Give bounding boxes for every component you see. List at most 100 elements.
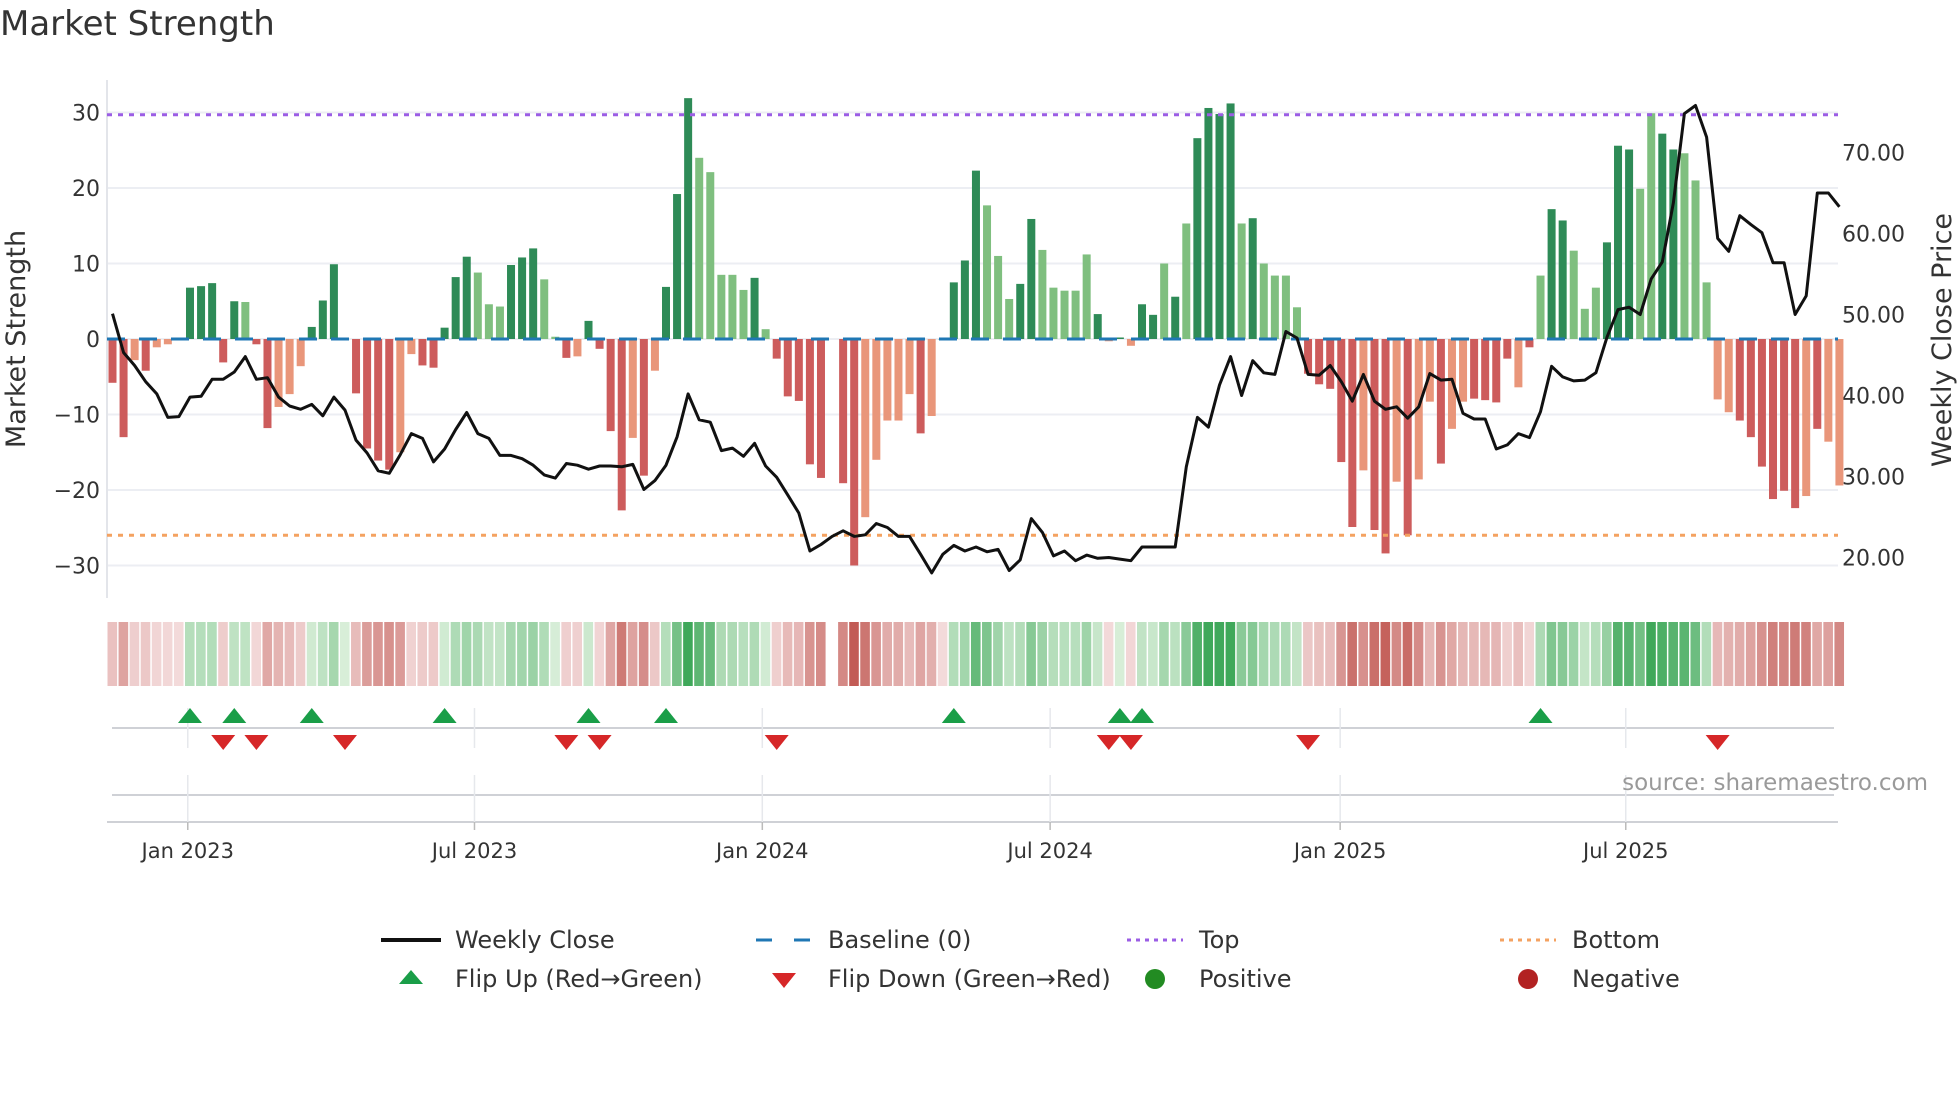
heat-strip-cell <box>1624 622 1634 686</box>
x-tick-label: Jul 2025 <box>1581 839 1668 863</box>
strength-bar <box>1481 339 1490 401</box>
strength-bar <box>1602 242 1611 339</box>
strength-bar <box>1791 339 1800 509</box>
heat-strip-cell <box>970 622 981 686</box>
strength-bar <box>1514 339 1523 388</box>
strength-bar <box>1193 138 1202 339</box>
strength-bar <box>1359 339 1368 471</box>
strength-bar <box>1215 114 1224 339</box>
heat-strip-cell <box>1103 622 1114 686</box>
heat-strip-cell <box>1214 622 1225 686</box>
heat-strip-cell <box>1325 622 1335 686</box>
legend-item: Flip Up (Red→Green) <box>381 964 703 994</box>
strength-bar <box>739 289 748 339</box>
heat-strip-cell <box>1801 622 1811 686</box>
strength-bar <box>1326 339 1335 389</box>
strength-bar <box>794 339 803 401</box>
strength-bar <box>396 339 405 453</box>
heat-strip-cell <box>1469 622 1479 686</box>
x-tick-label: Jan 2023 <box>140 839 235 863</box>
strength-bar <box>163 339 172 345</box>
heat-strip-cell <box>882 622 892 686</box>
strength-bar <box>1259 263 1268 339</box>
flip-down-marker <box>1296 735 1321 750</box>
line-dotted-purple-icon <box>1127 938 1183 942</box>
flip-up-marker <box>941 708 966 723</box>
strength-bar <box>440 327 449 339</box>
heat-strip-cell <box>1236 622 1247 686</box>
heat-strip-cell <box>1657 622 1667 686</box>
market-strength-chart: 30 20 10 0 −10 −20 −30 70.00 60.00 50.00 40.00 30.0… <box>1 80 1958 863</box>
strength-bar <box>1746 339 1755 438</box>
heat-strip-cell <box>1513 622 1523 686</box>
strength-bar <box>1171 296 1180 339</box>
heat-strip-cell <box>948 622 959 686</box>
strength-bar <box>1724 339 1733 413</box>
heat-strip-cell <box>1059 622 1070 686</box>
heat-strip-cell <box>140 622 151 686</box>
heat-strip-cell <box>849 622 859 686</box>
heat-strip-cell <box>395 622 405 686</box>
strength-bar <box>573 339 582 357</box>
x-tick-label: Jul 2023 <box>430 839 517 863</box>
heat-strip-cell <box>1435 622 1446 686</box>
strength-bar <box>329 264 338 339</box>
heat-strip-cell <box>1402 622 1413 686</box>
heat-strip-cell <box>1004 622 1014 686</box>
heat-strip-cell <box>1734 622 1745 686</box>
strength-bar <box>1381 339 1390 554</box>
strength-bar <box>418 339 427 366</box>
strength-bar <box>208 283 217 339</box>
strength-bar <box>473 272 482 339</box>
strength-bar <box>1769 339 1777 500</box>
heat-strip-cell <box>1701 622 1712 686</box>
heat-strip-cell <box>273 622 284 686</box>
heat-strip-cell <box>1790 622 1800 686</box>
strength-bar <box>960 260 969 339</box>
y-tick-label: 10 <box>72 253 100 278</box>
strength-bar <box>1824 339 1833 442</box>
heat-strip-cell <box>1015 622 1025 686</box>
strength-bar <box>783 339 792 397</box>
heat-strip-cell <box>284 622 295 686</box>
y-axis-title: Market Strength <box>1 230 32 448</box>
strength-bar <box>141 339 150 371</box>
heat-strip-cell <box>328 622 339 686</box>
heat-strip-cell <box>1424 622 1435 686</box>
heat-strip-cell <box>1502 622 1512 686</box>
strength-bar <box>529 248 538 339</box>
circle-red-icon <box>1518 969 1538 989</box>
circle-green-icon <box>1145 969 1165 989</box>
strength-bar <box>1348 339 1357 527</box>
legend-label: Weekly Close <box>455 926 615 954</box>
heat-strip-cell <box>1125 622 1136 686</box>
legend-label: Baseline (0) <box>828 926 972 954</box>
strength-bar <box>662 286 670 339</box>
strength-bar <box>584 320 593 339</box>
x-tick-label: Jan 2024 <box>714 839 809 863</box>
strength-bar <box>1459 339 1468 402</box>
strength-bar <box>1049 287 1058 339</box>
heat-strip-cell <box>1358 622 1369 686</box>
strength-bar <box>385 339 394 470</box>
legend-item: Weekly Close <box>381 925 615 955</box>
strength-bar <box>1337 339 1346 463</box>
heat-strip-cell <box>1446 622 1457 686</box>
heat-strip-cell <box>1314 622 1324 686</box>
strength-bar <box>363 339 372 449</box>
y-tick-label: 0 <box>86 328 100 353</box>
heat-strip-cell <box>1458 622 1468 686</box>
y-tick-label: −20 <box>54 479 100 504</box>
heat-strip-cell <box>339 622 350 686</box>
heat-strip-cell <box>1247 622 1258 686</box>
heat-strip-cell <box>904 622 915 686</box>
heat-strip-cell <box>1048 622 1059 686</box>
strength-bar <box>850 339 859 566</box>
heat-strip-cell <box>1037 622 1047 686</box>
flip-down-marker <box>587 735 612 750</box>
legend-label: Flip Up (Red→Green) <box>455 965 703 993</box>
flip-down-marker <box>764 735 789 750</box>
strength-bar <box>1691 180 1700 339</box>
heat-strip-cell <box>583 622 594 686</box>
heat-strip-cell <box>1613 622 1623 686</box>
